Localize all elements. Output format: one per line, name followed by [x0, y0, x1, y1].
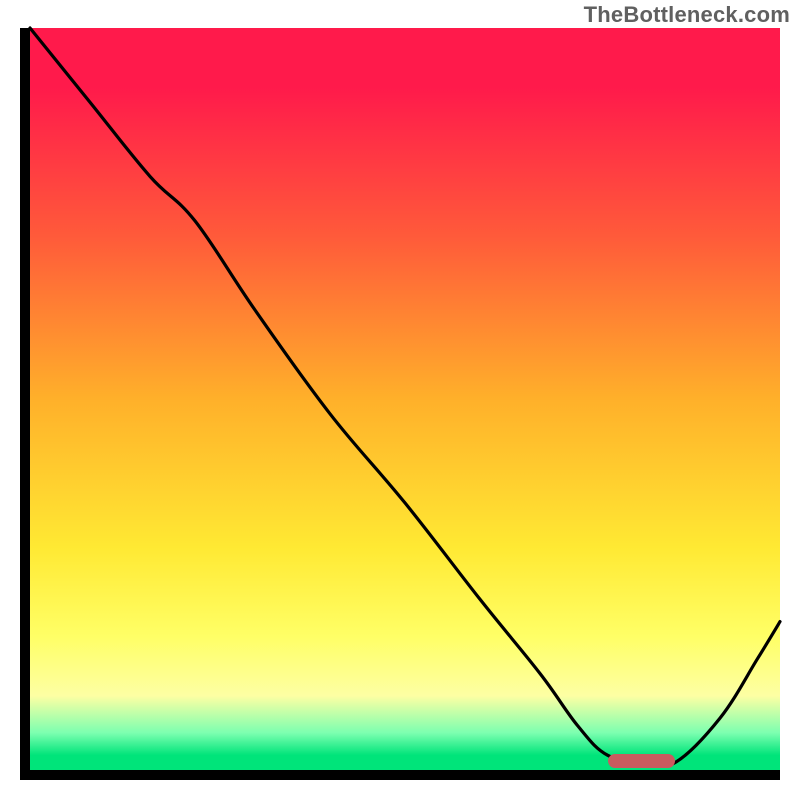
- axes-frame: [20, 28, 780, 780]
- chart-canvas: TheBottleneck.com: [0, 0, 800, 800]
- watermark-text: TheBottleneck.com: [584, 2, 790, 28]
